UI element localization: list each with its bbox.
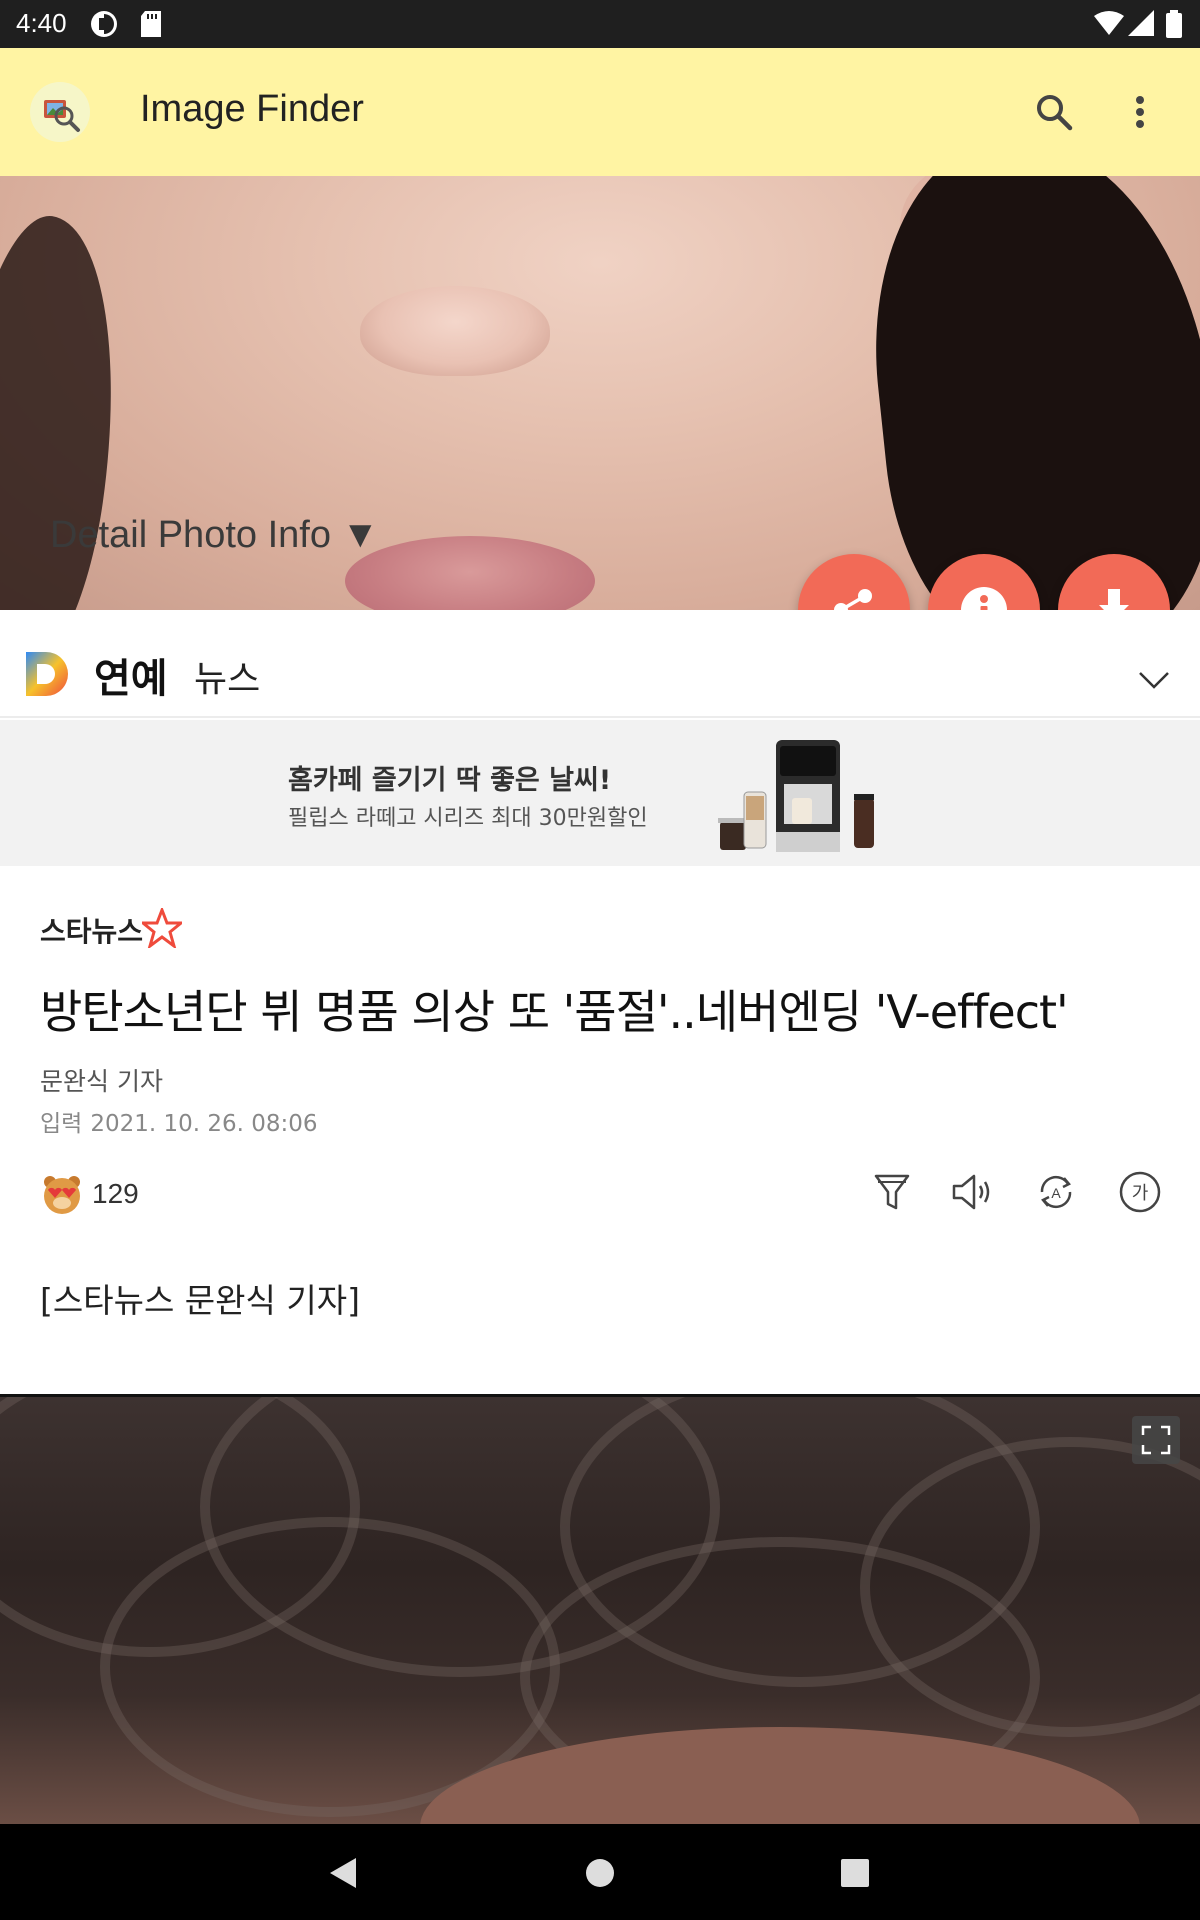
section-title[interactable]: 연예: [94, 646, 168, 704]
fullscreen-button[interactable]: [1132, 1416, 1180, 1464]
status-time: 4:40: [16, 8, 67, 38]
text-size-button[interactable]: 가: [1118, 1170, 1162, 1214]
coffee-machine-image: [714, 732, 894, 862]
home-button[interactable]: [575, 1848, 625, 1898]
date-label: 입력: [40, 1111, 83, 1137]
article-photo[interactable]: [0, 1394, 1200, 1824]
pinwheel-icon: [90, 10, 118, 42]
ad-title: 홈카페 즐기기 딱 좋은 날씨!: [288, 765, 612, 796]
date-value: 2021. 10. 26. 08:06: [90, 1111, 318, 1137]
signal-icon: [1128, 10, 1154, 40]
app-bar: Image Finder: [0, 48, 1200, 176]
press-logo[interactable]: 스타뉴스: [40, 910, 143, 950]
news-section-header: 연예 뉴스: [0, 610, 1200, 718]
more-vert-icon: [1136, 96, 1144, 128]
back-icon: [330, 1858, 356, 1888]
recents-icon: [841, 1859, 869, 1887]
fullscreen-icon: [1141, 1425, 1171, 1455]
summary-button[interactable]: [870, 1170, 914, 1214]
article-headline: 방탄소년단 뷔 명품 의상 또 '품절'..네버엔딩 'V-effect': [40, 985, 1069, 1039]
ad-banner[interactable]: 홈카페 즐기기 딱 좋은 날씨! 필립스 라떼고 시리즈 최대 30만원할인: [0, 720, 1200, 866]
reporter-name[interactable]: 문완식 기자: [40, 1062, 163, 1098]
detail-photo-info-toggle[interactable]: Detail Photo Info ▼: [50, 514, 379, 557]
reaction-count: 129: [92, 1178, 139, 1209]
recents-button[interactable]: [830, 1848, 880, 1898]
app-logo-icon: [30, 82, 90, 142]
reaction-button[interactable]: 129: [40, 1172, 139, 1216]
daum-logo-icon[interactable]: [22, 650, 70, 698]
wifi-icon: [1094, 10, 1124, 40]
battery-icon: [1166, 10, 1182, 42]
article-body: [스타뉴스 문완식 기자]: [40, 1281, 360, 1320]
translate-button[interactable]: A: [1034, 1170, 1078, 1214]
ad-subtitle: 필립스 라떼고 시리즈 최대 30만원할인: [288, 806, 648, 831]
read-aloud-button[interactable]: [950, 1170, 994, 1214]
text-size-icon: 가: [1119, 1171, 1161, 1213]
sd-card-icon: [140, 10, 162, 42]
love-emoji-icon: [44, 1176, 80, 1214]
back-button[interactable]: [318, 1848, 368, 1898]
app-title: Image Finder: [140, 88, 364, 130]
search-icon: [1037, 95, 1073, 131]
hero-photo[interactable]: Detail Photo Info ▼: [0, 176, 1200, 610]
text-size-label: 가: [1132, 1183, 1149, 1204]
article-date: 입력 2021. 10. 26. 08:06: [40, 1104, 318, 1138]
status-bar: 4:40: [0, 0, 1200, 48]
star-icon: [142, 908, 182, 948]
translate-icon: A: [1040, 1175, 1072, 1209]
speaker-icon: [952, 1174, 990, 1210]
home-icon: [586, 1859, 614, 1887]
search-button[interactable]: [1024, 82, 1084, 142]
section-category[interactable]: 뉴스: [194, 650, 260, 702]
more-options-button[interactable]: [1110, 82, 1170, 142]
svg-text:A: A: [1051, 1185, 1061, 1201]
chevron-down-icon[interactable]: [1136, 662, 1172, 698]
navigation-bar: [0, 1824, 1200, 1920]
funnel-icon: [874, 1174, 910, 1210]
